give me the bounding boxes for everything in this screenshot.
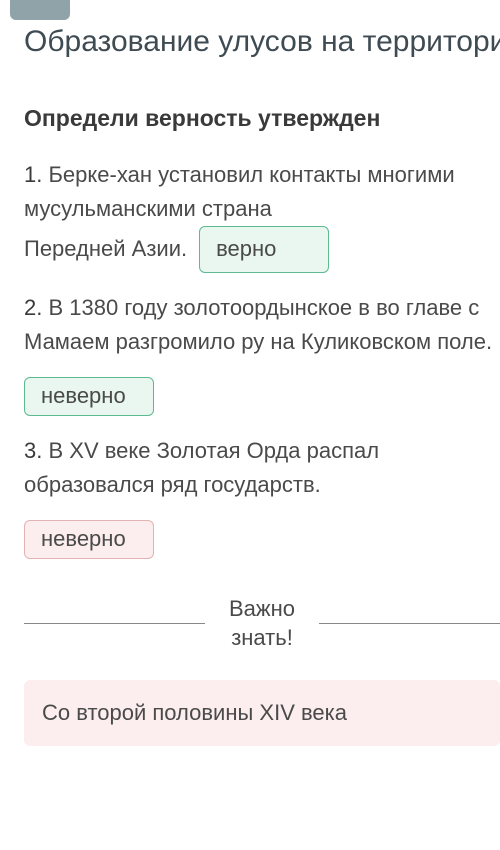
page-title: Образование улусов на территории Казахст… bbox=[24, 24, 500, 61]
statement-2-body: В 1380 году золотоордынское в во главе с… bbox=[24, 295, 492, 354]
statement-2-number: 2. bbox=[24, 295, 42, 320]
answer-pill-2[interactable]: неверно bbox=[24, 377, 154, 416]
statement-3-number: 3. bbox=[24, 438, 42, 463]
answer-row-2: неверно bbox=[24, 377, 500, 416]
divider-line-left bbox=[24, 623, 205, 624]
page-content: Образование улусов на территории Казахст… bbox=[0, 0, 500, 746]
statement-2: 2. В 1380 году золотоордынское в во глав… bbox=[24, 291, 500, 359]
answer-row-3: неверно bbox=[24, 520, 500, 559]
statement-3: 3. В XV веке Золотая Орда распал образов… bbox=[24, 434, 500, 502]
statement-1-tail-row: Передней Азии. верно bbox=[24, 226, 500, 273]
header-tab bbox=[10, 0, 70, 20]
statement-1-number: 1. bbox=[24, 162, 42, 187]
answer-pill-3[interactable]: неверно bbox=[24, 520, 154, 559]
statement-1: 1. Берке-хан установил контакты многими … bbox=[24, 158, 500, 273]
divider-line-right bbox=[319, 623, 500, 624]
statement-1-tail: Передней Азии. bbox=[24, 232, 187, 266]
divider-label-text: Важнознать! bbox=[229, 595, 295, 652]
info-box: Со второй половины XIV века bbox=[24, 680, 500, 746]
statement-1-text: 1. Берке-хан установил контакты многими … bbox=[24, 158, 500, 226]
divider-label: Важнознать! bbox=[221, 595, 303, 652]
answer-pill-1[interactable]: верно bbox=[199, 226, 329, 273]
task-prompt: Определи верность утвержден bbox=[24, 105, 500, 132]
statement-3-body: В XV веке Золотая Орда распал образовалс… bbox=[24, 438, 379, 497]
section-divider: Важнознать! bbox=[24, 595, 500, 652]
info-text: Со второй половины XIV века bbox=[42, 700, 347, 725]
statement-1-body: Берке-хан установил контакты многими мус… bbox=[24, 162, 455, 221]
